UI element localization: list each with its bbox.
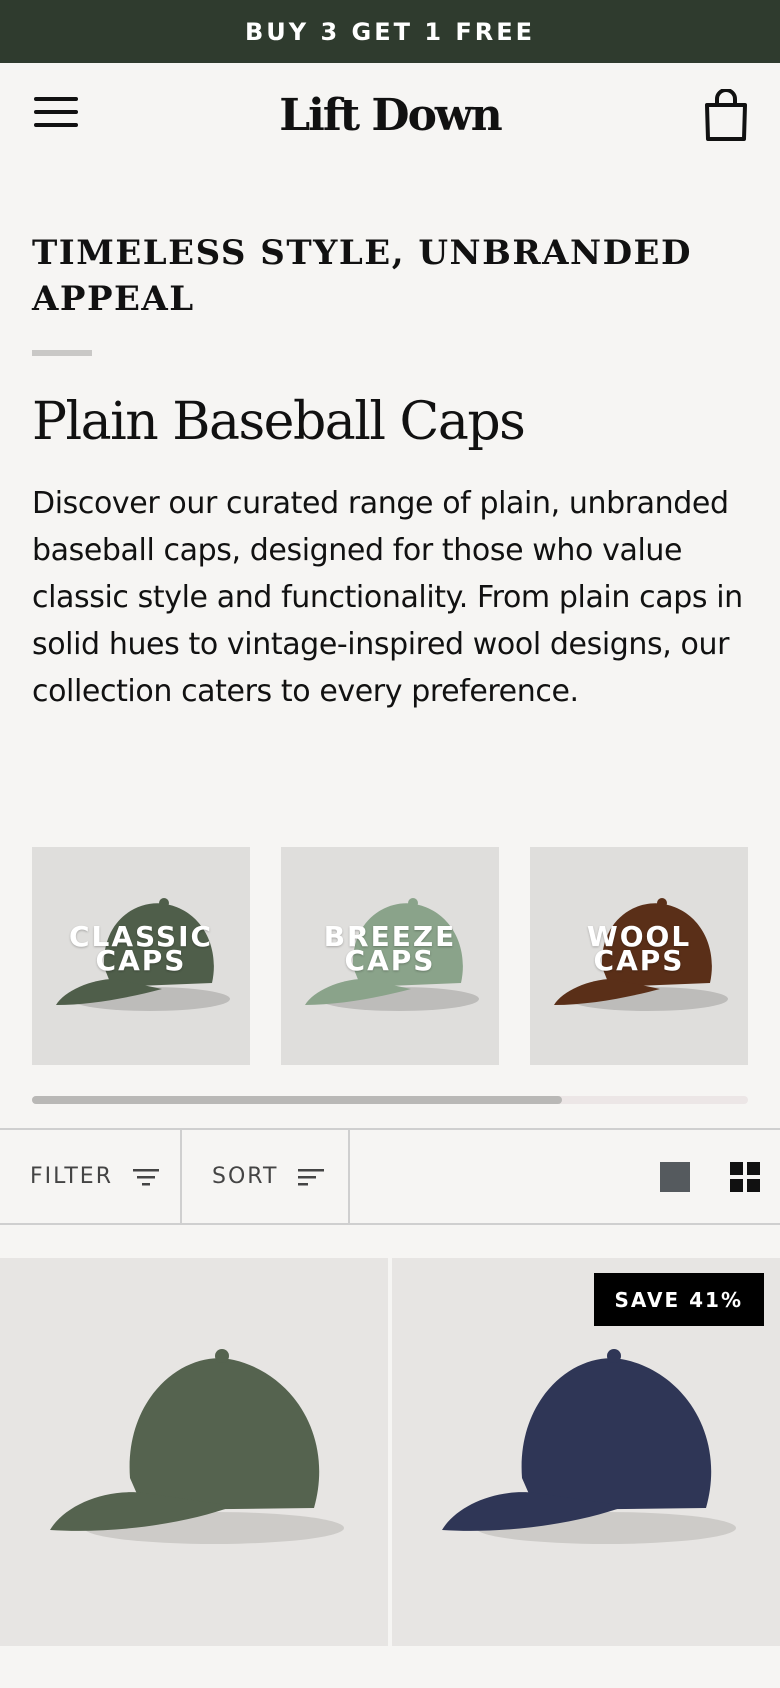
sub-collection-carousel: CLASSIC CAPS BREEZE CAPS WOOL CAPS	[32, 847, 748, 1065]
view-toggles	[660, 1130, 780, 1223]
collection-card-wool[interactable]: WOOL CAPS	[530, 847, 748, 1065]
collection-label: BREEZE CAPS	[323, 920, 457, 977]
filter-button[interactable]: FILTER	[0, 1130, 182, 1223]
single-column-view-icon[interactable]	[660, 1161, 690, 1192]
collection-label: WOOL CAPS	[586, 920, 692, 977]
product-grid: SAVE 41%	[0, 1258, 780, 1646]
collection-eyebrow: TIMELESS STYLE, UNBRANDED APPEAL	[32, 233, 692, 319]
collection-card-breeze[interactable]: BREEZE CAPS	[281, 847, 499, 1065]
collection-card-classic[interactable]: CLASSIC CAPS	[32, 847, 250, 1065]
sort-button[interactable]: SORT	[182, 1130, 350, 1223]
page-title: Plain Baseball Caps	[32, 392, 526, 452]
collection-label: CLASSIC CAPS	[68, 920, 214, 977]
hamburger-menu-icon[interactable]	[34, 97, 78, 131]
collection-intro: TIMELESS STYLE, UNBRANDED APPEAL Plain B…	[0, 168, 780, 715]
collection-description: Discover our curated range of plain, unb…	[32, 486, 743, 709]
product-image	[50, 1349, 344, 1544]
site-header: Lift Down	[0, 63, 780, 168]
sort-label: SORT	[212, 1164, 279, 1189]
shopping-bag-icon[interactable]	[702, 88, 750, 143]
product-card[interactable]: SAVE 41%	[392, 1258, 780, 1646]
filter-label: FILTER	[30, 1164, 113, 1189]
product-image	[442, 1349, 736, 1544]
announcement-text: BUY 3 GET 1 FREE	[244, 17, 536, 46]
carousel-scrollbar[interactable]	[32, 1096, 748, 1104]
site-logo[interactable]: Lift Down	[279, 90, 503, 141]
sale-badge: SAVE 41%	[593, 1273, 764, 1326]
filter-sort-toolbar: FILTER SORT	[0, 1128, 780, 1225]
grid-view-icon[interactable]	[730, 1161, 760, 1192]
product-card[interactable]	[0, 1258, 388, 1646]
title-divider	[32, 350, 92, 356]
carousel-scrollbar-thumb[interactable]	[32, 1096, 562, 1104]
announcement-bar: BUY 3 GET 1 FREE	[0, 0, 780, 63]
sort-icon	[298, 1168, 325, 1185]
filter-icon	[133, 1168, 159, 1185]
